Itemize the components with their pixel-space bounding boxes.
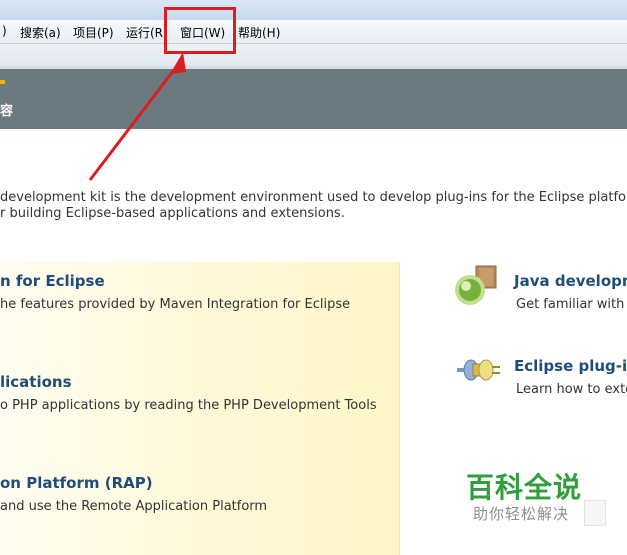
scroll-thumb[interactable]: [584, 500, 606, 526]
watermark-subtitle: 助你轻松解决: [473, 505, 570, 523]
watermark-title: 百科全说: [466, 471, 583, 504]
